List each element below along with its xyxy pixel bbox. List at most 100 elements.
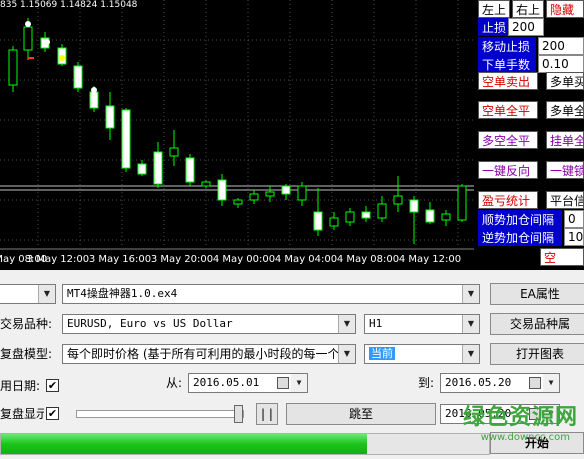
speed-slider-track[interactable] <box>76 410 244 418</box>
trend-add-input[interactable]: 0 <box>564 210 584 228</box>
candle-bear <box>185 157 195 183</box>
candle-bull <box>201 181 211 187</box>
symbol-select[interactable]: EURUSD, Euro vs US Dollar ▼ <box>62 314 356 334</box>
to-label: 到: <box>418 376 435 390</box>
time-axis-label: 3 May 16:00 <box>89 254 151 265</box>
candle-bear <box>121 109 131 169</box>
candle-bear <box>137 163 147 175</box>
sell-short-button[interactable]: 空单卖出 <box>478 72 538 90</box>
signal-marker <box>91 87 97 93</box>
symbol-label: 交易品种: <box>0 317 53 331</box>
use-date-label: 用日期: <box>0 379 41 393</box>
test-progress-bar <box>0 433 490 455</box>
skip-to-button[interactable]: 跳至 <box>286 403 436 425</box>
candle-bull <box>249 193 259 201</box>
to-date-picker[interactable]: 2016.05.20 ▼ <box>440 373 560 393</box>
symbol-value: EURUSD, Euro vs US Dollar <box>67 317 233 330</box>
chevron-down-icon: ▼ <box>462 345 479 363</box>
time-axis-label: 4 May 04:00 <box>275 254 337 265</box>
candle-bull <box>393 195 403 205</box>
from-date-value: 2016.05.01 <box>193 376 260 389</box>
chevron-down-icon: ▼ <box>338 345 355 363</box>
candle-bear <box>89 91 99 109</box>
left-up-button[interactable]: 左上 <box>478 0 510 18</box>
stop-loss-input[interactable]: 200 <box>508 18 544 36</box>
period-value: H1 <box>369 317 383 330</box>
buy-long-button[interactable]: 多单买 <box>546 72 584 90</box>
one-key-lock-button[interactable]: 一键锁 <box>546 161 584 179</box>
use-date-checkbox[interactable]: ✔ <box>46 379 59 392</box>
platform-info-button[interactable]: 平台信 <box>546 191 584 209</box>
spread-value: 当前 <box>369 347 395 360</box>
close-long-short-button[interactable]: 多空全平 <box>478 131 538 149</box>
candle-bear <box>425 209 435 223</box>
model-label: 复盘模型: <box>0 347 53 361</box>
trend-add-label: 顺势加仓间隔 <box>478 210 562 228</box>
candle-bull <box>8 49 18 86</box>
candle-bear <box>73 65 83 89</box>
from-date-picker[interactable]: 2016.05.01 ▼ <box>188 373 308 393</box>
watermark-url: www.downcc.com <box>480 432 570 443</box>
lots-label: 下单手数 <box>478 55 536 73</box>
candle-bear <box>409 199 419 213</box>
close-all-long-button[interactable]: 多单全 <box>546 101 584 119</box>
expert-select[interactable]: MT4操盘神器1.0.ex4 ▼ <box>62 284 480 304</box>
chevron-down-icon: ▼ <box>338 315 355 333</box>
candle-bear <box>105 105 115 129</box>
stop-loss-extra <box>546 18 584 36</box>
period-select[interactable]: H1 ▼ <box>364 314 480 334</box>
right-up-button[interactable]: 右上 <box>512 0 544 18</box>
ea-properties-button[interactable]: EA属性 <box>490 283 584 305</box>
candle-bear <box>281 185 291 195</box>
trailing-stop-input[interactable]: 200 <box>538 37 584 55</box>
time-axis-label: 4 May 12:00 <box>399 254 461 265</box>
candlestick-chart: 835 1.15069 1.14824 1.150483 May 08:003 … <box>0 0 474 265</box>
close-all-short-button[interactable]: 空单全平 <box>478 101 538 119</box>
model-select[interactable]: 每个即时价格 (基于所有可利用的最小时段的每一个 ▼ <box>62 344 356 364</box>
strategy-tester: ▼ MT4操盘神器1.0.ex4 ▼ EA属性 交易品种: EURUSD, Eu… <box>0 270 584 459</box>
stop-loss-label: 止损 <box>478 18 508 36</box>
candle-bull <box>265 191 275 197</box>
candle-bull <box>169 147 179 157</box>
ea-control-panel: 左上 右上 隐藏 止损 200 移动止损 200 下单手数 0.10 空单卖出 … <box>474 0 584 270</box>
visual-label: 复盘显示 <box>0 407 44 421</box>
signal-marker <box>44 39 50 45</box>
open-chart-button[interactable]: 打开图表 <box>490 343 584 365</box>
from-label: 从: <box>166 376 183 390</box>
extra-button[interactable]: 空 <box>540 248 584 266</box>
trailing-stop-label: 移动止损 <box>478 37 536 55</box>
close-pending-button[interactable]: 挂单全 <box>546 131 584 149</box>
tester-type-select[interactable]: ▼ <box>0 284 56 304</box>
counter-add-input[interactable]: 100 <box>564 228 584 246</box>
candle-bull <box>329 217 339 227</box>
time-axis-label: 3 May 20:00 <box>151 254 213 265</box>
candle-bear <box>313 211 323 231</box>
hide-button[interactable]: 隐藏 <box>546 0 584 18</box>
calendar-icon <box>277 377 289 389</box>
pnl-stats-button[interactable]: 盈亏统计 <box>478 191 538 209</box>
chevron-down-icon: ▼ <box>462 315 479 333</box>
candle-bull <box>233 199 243 205</box>
visual-checkbox[interactable]: ✔ <box>46 407 59 420</box>
price-chart[interactable]: 835 1.15069 1.14824 1.150483 May 08:003 … <box>0 0 474 270</box>
chevron-down-icon: ▼ <box>543 374 559 392</box>
calendar-icon <box>529 377 541 389</box>
candle-bull <box>23 26 33 51</box>
chevron-down-icon: ▼ <box>291 374 307 392</box>
candle-bull <box>441 213 451 221</box>
symbol-properties-button[interactable]: 交易品种属 <box>490 313 584 335</box>
test-progress-fill <box>1 434 367 454</box>
candle-bear <box>217 179 227 201</box>
reverse-button[interactable]: 一键反向 <box>478 161 538 179</box>
time-axis-label: 4 May 08:00 <box>337 254 399 265</box>
signal-marker <box>59 55 65 61</box>
pause-button[interactable]: | | <box>256 403 278 425</box>
chevron-down-icon: ▼ <box>462 285 479 303</box>
to-date-value: 2016.05.20 <box>445 376 512 389</box>
lots-input[interactable]: 0.10 <box>538 55 584 73</box>
candle-bear <box>153 151 163 185</box>
speed-slider-thumb[interactable] <box>234 405 243 423</box>
spread-select[interactable]: 当前 ▼ <box>364 344 480 364</box>
time-axis-label: 4 May 00:00 <box>213 254 275 265</box>
counter-add-label: 逆势加仓间隔 <box>478 228 562 246</box>
